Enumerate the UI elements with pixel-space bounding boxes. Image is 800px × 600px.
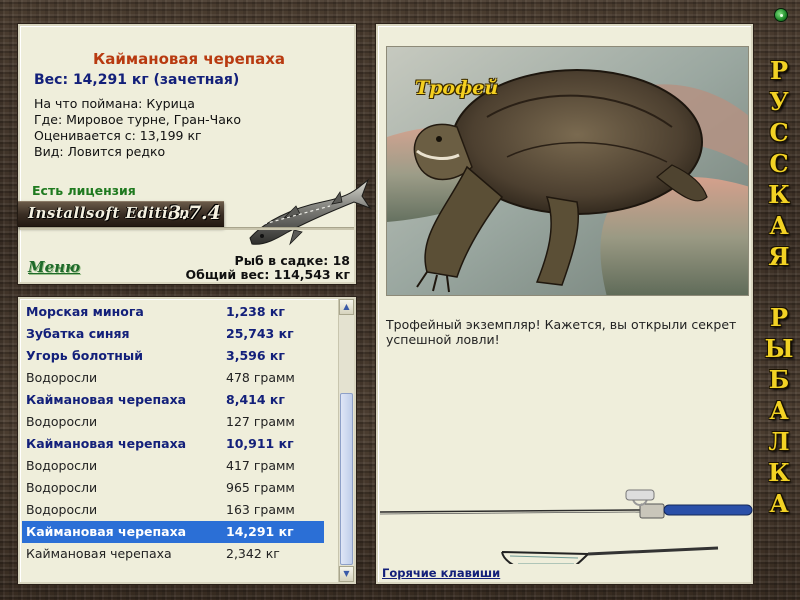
catch-weight: 965 грамм	[226, 480, 295, 495]
side-title-letter: Р	[769, 303, 789, 332]
catch-weight: 8,414 кг	[226, 392, 285, 407]
trophy-panel: Трофей Трофейный экземпляр! Кажется, вы …	[376, 24, 753, 584]
side-title-letter: Ы	[764, 334, 794, 363]
side-title-letter: Я	[768, 242, 790, 271]
fish-name-title: Каймановая черепаха	[92, 50, 286, 68]
bait-info: На что поймана: Курица	[34, 96, 195, 111]
catch-weight: 2,342 кг	[226, 546, 280, 561]
list-item[interactable]: Водоросли 127 грамм	[22, 411, 324, 433]
catch-weight: 478 грамм	[226, 370, 295, 385]
menu-button[interactable]: Меню	[28, 258, 80, 276]
side-title-letter: А	[769, 396, 789, 425]
side-title-gap	[762, 273, 796, 303]
fishing-rod-icon	[379, 489, 753, 564]
keepnet-total-weight: Общий вес: 114,543 кг	[185, 267, 351, 282]
list-item[interactable]: Каймановая черепаха 10,911 кг	[22, 433, 324, 455]
list-item[interactable]: Водоросли 417 грамм	[22, 455, 324, 477]
side-title-letter: К	[768, 180, 790, 209]
list-item[interactable]: Морская минога 1,238 кг	[22, 301, 324, 323]
catch-name: Каймановая черепаха	[26, 524, 187, 539]
location-info: Где: Мировое турне, Гран-Чако	[34, 112, 242, 127]
catch-weight: 417 грамм	[226, 458, 295, 473]
side-title-letter: Л	[768, 427, 790, 456]
catch-name: Водоросли	[26, 502, 98, 517]
trophy-label: Трофей	[415, 77, 499, 99]
catch-name: Водоросли	[26, 480, 98, 495]
catch-weight: 3,596 кг	[226, 348, 285, 363]
rarity-info: Вид: Ловится редко	[34, 144, 166, 159]
side-title-letter: А	[769, 211, 789, 240]
side-title-letter: К	[768, 458, 790, 487]
list-item-selected[interactable]: Каймановая черепаха 14,291 кг	[22, 521, 324, 543]
side-title-letter: У	[769, 87, 789, 116]
trophy-photo: Трофей	[386, 46, 749, 296]
side-title-letter: А	[769, 489, 789, 518]
catch-weight: 14,291 кг	[226, 524, 294, 539]
catch-name: Водоросли	[26, 370, 98, 385]
green-orb-icon[interactable]	[774, 8, 788, 22]
fish-info-panel: Каймановая черепаха Вес: 14,291 кг (заче…	[18, 24, 372, 284]
catch-weight: 127 грамм	[226, 414, 295, 429]
catch-name: Каймановая черепаха	[26, 546, 172, 561]
catch-name: Каймановая черепаха	[26, 436, 187, 451]
side-title-letter: Б	[768, 365, 790, 394]
catch-weight: 1,238 кг	[226, 304, 285, 319]
catch-name: Каймановая черепаха	[26, 392, 187, 407]
list-item[interactable]: Водоросли 478 грамм	[22, 367, 324, 389]
trophy-description: Трофейный экземпляр! Кажется, вы открыли…	[386, 317, 737, 347]
scroll-thumb[interactable]	[340, 393, 353, 565]
catch-list[interactable]: Морская минога 1,238 кг Зубатка синяя 25,74…	[22, 301, 324, 565]
scroll-up-icon[interactable]: ▲	[339, 299, 354, 315]
side-title-letter: С	[769, 118, 789, 147]
list-item[interactable]: Каймановая черепаха 2,342 кг	[22, 543, 324, 565]
keepnet-count: Рыб в садке: 18	[234, 253, 350, 268]
side-title-letter: Р	[769, 56, 789, 85]
catch-name: Водоросли	[26, 414, 98, 429]
catch-weight: 25,743 кг	[226, 326, 294, 341]
list-scrollbar[interactable]: ▲ ▼	[338, 299, 354, 582]
list-item[interactable]: Водоросли 965 грамм	[22, 477, 324, 499]
hotkeys-link[interactable]: Горячие клавиши	[382, 566, 500, 580]
catch-list-panel: Морская минога 1,238 кг Зубатка синяя 25,74…	[18, 297, 356, 584]
catch-name: Зубатка синяя	[26, 326, 130, 341]
catch-name: Угорь болотный	[26, 348, 143, 363]
edition-name: Installsoft Edition	[28, 204, 191, 222]
panel-divider	[20, 227, 354, 230]
catch-name: Водоросли	[26, 458, 98, 473]
valued-info: Оценивается с: 13,199 кг	[34, 128, 202, 143]
edition-banner: Installsoft Edition 3.7.4	[18, 201, 224, 227]
fish-weight: Вес: 14,291 кг (зачетная)	[34, 72, 240, 88]
list-item[interactable]: Зубатка синяя 25,743 кг	[22, 323, 324, 345]
license-status: Есть лицензия	[32, 183, 136, 198]
side-title: РусскаяРУССКАЯрыбалкаРЫБАЛКА	[762, 56, 796, 520]
scroll-down-icon[interactable]: ▼	[339, 566, 354, 582]
sturgeon-icon	[249, 178, 372, 246]
catch-name: Морская минога	[26, 304, 144, 319]
side-title-letter: С	[769, 149, 789, 178]
edition-version: 3.7.4	[168, 202, 221, 224]
catch-weight: 163 грамм	[226, 502, 295, 517]
list-item[interactable]: Угорь болотный 3,596 кг	[22, 345, 324, 367]
list-item[interactable]: Каймановая черепаха 8,414 кг	[22, 389, 324, 411]
list-item[interactable]: Водоросли 163 грамм	[22, 499, 324, 521]
catch-weight: 10,911 кг	[226, 436, 294, 451]
